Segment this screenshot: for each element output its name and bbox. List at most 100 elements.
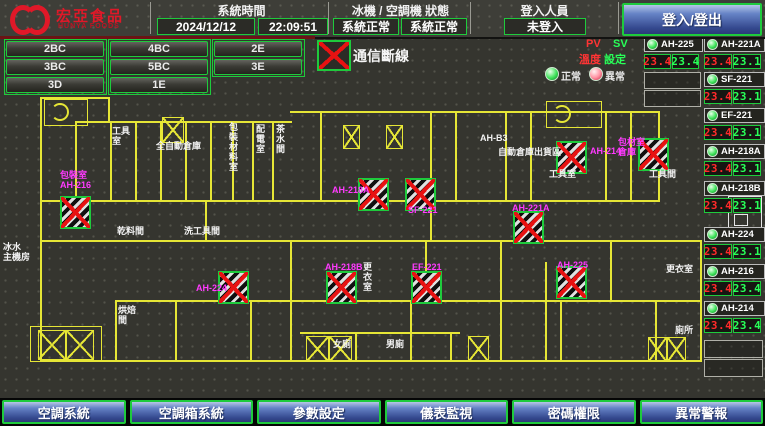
bottom-nav: 空調系統 空調箱系統 參數設定 儀表監視 密碼權限 異常警報 [0,398,765,426]
floor-button-2e[interactable]: 2E [214,41,302,57]
wall [250,300,252,362]
nav-alarm-button[interactable]: 異常警報 [640,400,764,424]
unit-sv-value: 23.4 [672,54,699,69]
map-unit-label: AH-221A [512,203,550,213]
map-unit-label: EF-221 [412,262,442,272]
legend-normal-label: 正常 [561,68,581,83]
nav-ac-system-button[interactable]: 空調系統 [2,400,126,424]
wall [40,97,42,362]
normal-led-icon [545,67,559,81]
divider [328,2,329,34]
wall [355,332,357,362]
ahu-offline-icon[interactable] [556,266,587,299]
hmi-screen: 宏亞食品 HUNYA FOODS 系統時間 2024/12/12 22:09:5… [0,0,765,426]
wall [40,360,702,362]
floor-button-3d[interactable]: 3D [6,77,104,93]
wall [185,121,187,200]
unit-led-icon [707,183,718,194]
floor-button-3bc[interactable]: 3BC [6,59,104,75]
unit-pv-value: 23.4 [704,281,732,296]
map-unit-label: AH-224 [196,283,227,293]
unit-pv-value: 23.4 [704,244,732,259]
unit-pv-value: 23.4 [704,318,732,333]
map-room-label: 乾料間 [117,226,144,236]
map-room-label: 工具 室 [112,126,130,146]
map-room-label: 自動倉庫出貨區 [498,147,561,157]
map-room-label: 工具室 [549,169,576,179]
chiller-status-value: 系統正常 [333,18,399,35]
unit-sv-value: 23.1 [733,125,761,140]
unit-tile-ah-218a[interactable]: AH-218A [704,144,765,159]
login-person-label: 登入人員 [472,2,617,19]
unit-tile-ah-224[interactable]: AH-224 [704,227,765,242]
map-unit-label: AH-218B [325,262,363,272]
ahu-offline-icon[interactable] [411,271,442,304]
unit-pv-value: 23.4 [704,125,732,140]
unit-tile-ah-221a[interactable]: AH-221A [704,37,765,52]
divider [150,2,151,34]
wall [410,300,412,362]
unit-sv-value: 23.1 [733,161,761,176]
unit-led-icon [707,110,718,121]
stair-icon [648,337,667,362]
unit-pv-value: 23.4 [644,54,671,69]
map-room-label: 配電室 [255,124,265,154]
nav-password-auth-button[interactable]: 密碼權限 [512,400,636,424]
stair-ramp-icon [546,101,602,128]
company-logo-icon [10,3,50,33]
unit-pv-value: 23.4 [704,89,732,104]
pv-label: PV [586,38,601,50]
legend-abnormal-label: 異常 [605,68,625,83]
wall [135,121,137,200]
stair-icon [38,330,66,360]
unit-tile-ef-221[interactable]: EF-221 [704,108,765,123]
unit-name-label: AH-221A [721,39,761,50]
map-unit-label: AH-225 [557,260,588,270]
unit-led-icon [707,39,718,50]
nav-parameter-set-button[interactable]: 參數設定 [257,400,381,424]
map-unit-label: AH-214 [590,146,621,156]
ahu-offline-icon[interactable] [60,196,91,229]
floor-button-5bc[interactable]: 5BC [110,59,208,75]
map-room-label: 更衣室 [666,264,693,274]
unit-sv-value: 23.1 [733,54,761,69]
ahu-offline-icon[interactable] [326,271,357,304]
unit-tile-sf-221[interactable]: SF-221 [704,72,765,87]
unit-tile-ah-225[interactable]: AH-225 [644,37,703,52]
nav-ahu-system-button[interactable]: 空調箱系統 [130,400,254,424]
wall [272,121,274,200]
unit-tile-ah-214[interactable]: AH-214 [704,301,765,316]
map-unit-label: 包裝室 AH-216 [60,170,91,190]
unit-tile-ah-218b[interactable]: AH-218B [704,181,765,196]
map-room-label: 全自動倉庫 [156,141,201,151]
nav-meter-monitor-button[interactable]: 儀表監視 [385,400,509,424]
wall [40,240,702,242]
map-room-label: 廁所 [675,325,693,335]
floor-button-1e[interactable]: 1E [110,77,208,93]
floor-button-3e[interactable]: 3E [214,59,302,75]
floor-button-4bc[interactable]: 4BC [110,41,208,57]
map-room-label: 工具間 [649,169,676,179]
map-room-label: AH-B3 [480,133,508,143]
wall [115,300,117,362]
unit-led-icon [707,146,718,157]
wall [455,111,457,202]
map-room-label: 洗工具間 [184,226,220,236]
login-logout-button[interactable]: 登入/登出 [622,3,762,36]
ahu-offline-icon[interactable] [513,211,544,244]
unit-name-label: AH-225 [661,39,694,50]
empty-slot [644,72,701,89]
unit-name-label: SF-221 [721,74,752,85]
empty-slot [704,359,763,377]
stair-ramp-icon [44,99,88,126]
map-room-label: 男廁 [386,339,404,349]
stair-icon [468,336,489,362]
floorplan-detail [734,214,748,226]
unit-name-label: AH-216 [721,266,754,277]
divider [618,2,619,34]
unit-tile-ah-216[interactable]: AH-216 [704,264,765,279]
floor-button-2bc[interactable]: 2BC [6,41,104,57]
wall [450,332,452,362]
map-room-label: 更衣室 [362,262,372,292]
stair-icon [66,330,94,360]
